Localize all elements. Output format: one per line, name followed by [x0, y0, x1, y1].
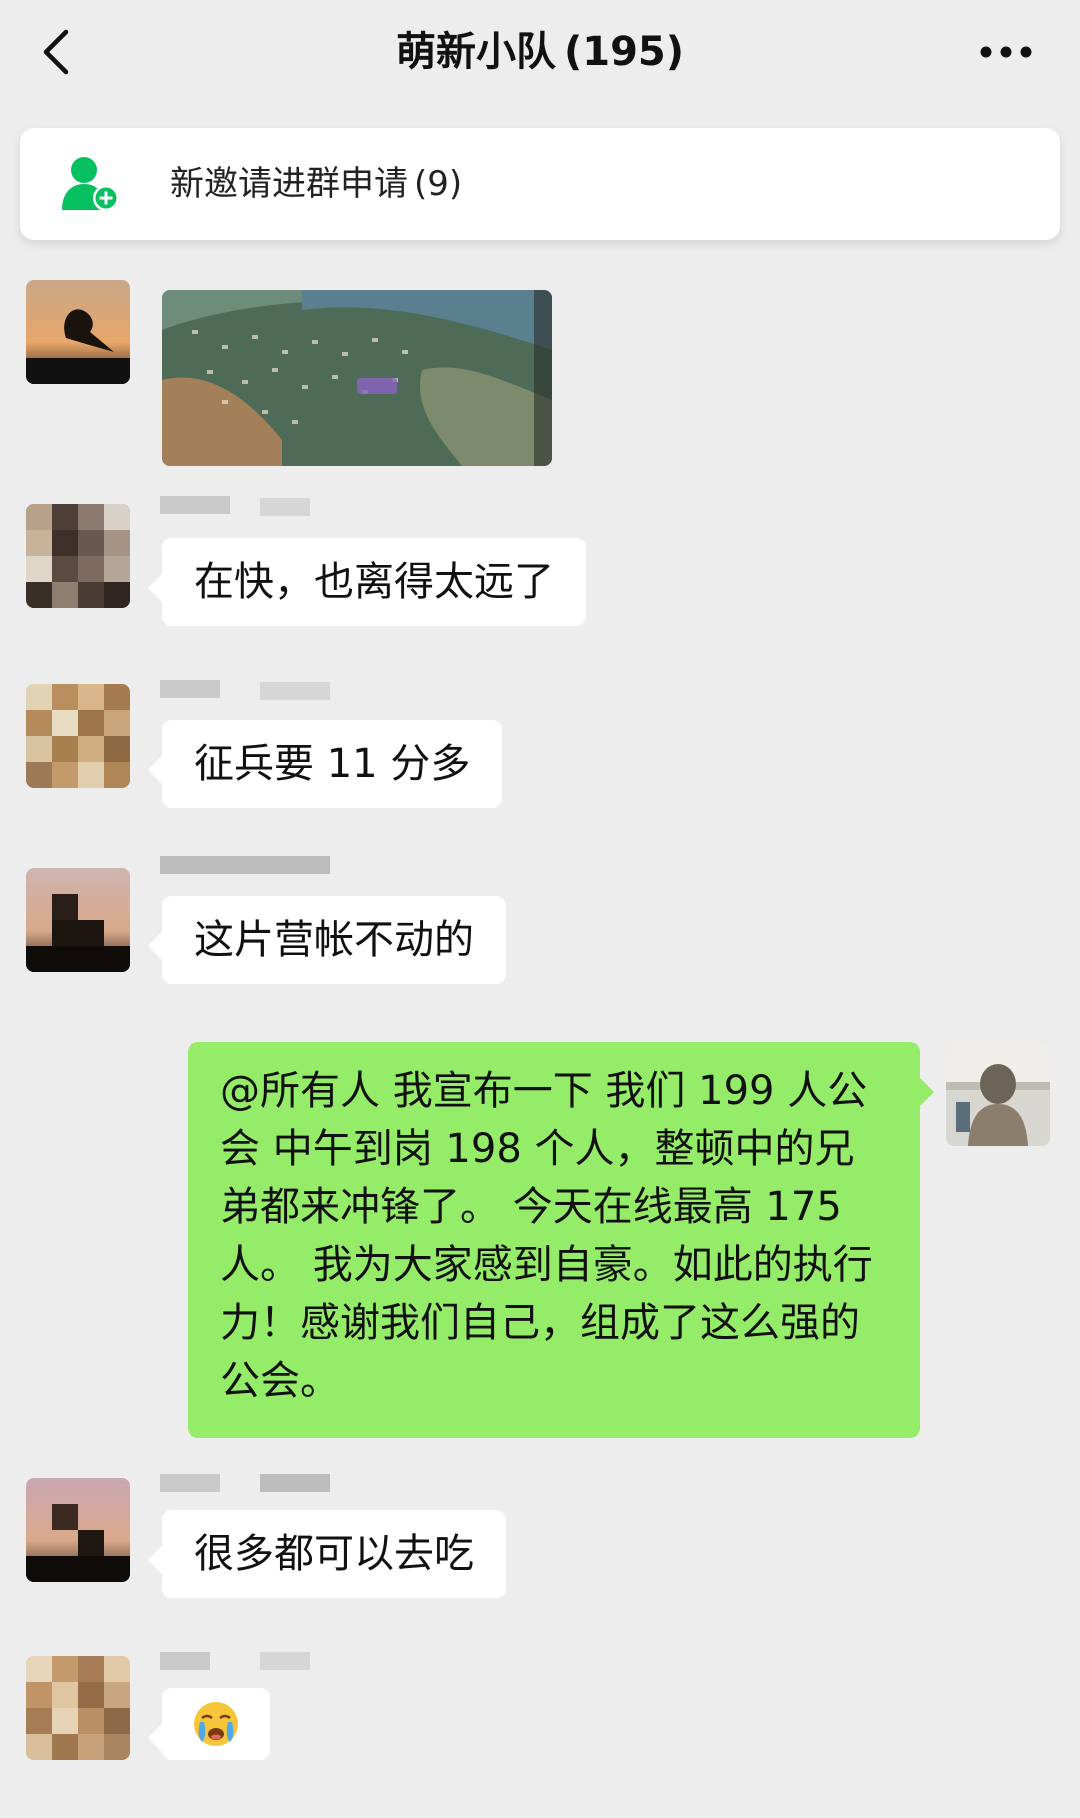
avatar[interactable] — [26, 280, 130, 384]
message-bubble-self[interactable]: @所有人 我宣布一下 我们 199 人公会 中午到岗 198 个人，整顿中的兄弟… — [188, 1042, 934, 1438]
avatar-image — [26, 280, 130, 384]
map-image-message[interactable] — [162, 290, 552, 466]
message-bubble[interactable]: 这片营帐不动的 — [148, 896, 506, 984]
avatar[interactable] — [26, 684, 130, 788]
avatar-image — [26, 1656, 130, 1760]
avatar[interactable] — [26, 1656, 130, 1760]
chat-header: 萌新小队 (195) — [0, 0, 1080, 104]
avatar-image — [26, 684, 130, 788]
map-image — [162, 290, 552, 466]
message-text: 这片营帐不动的 — [194, 917, 474, 963]
more-button[interactable] — [976, 26, 1036, 78]
group-name: 萌新小队 — [395, 29, 556, 75]
avatar[interactable] — [26, 504, 130, 608]
more-dots-icon — [980, 46, 1032, 58]
message-bubble[interactable]: 很多都可以去吃 — [148, 1510, 506, 1598]
notice-label: 新邀请进群申请 (9) — [170, 128, 462, 240]
avatar-image — [26, 868, 130, 972]
message-text: 在快，也离得太远了 — [194, 559, 554, 605]
message-text: @所有人 我宣布一下 我们 199 人公会 中午到岗 198 个人，整顿中的兄弟… — [220, 1068, 873, 1404]
page-title: 萌新小队 (195) — [0, 22, 1080, 82]
message-bubble[interactable]: 在快，也离得太远了 — [148, 538, 586, 626]
message-text: 征兵要 11 分多 — [194, 741, 471, 787]
emoji-bubble[interactable] — [148, 1688, 270, 1760]
crying-face-icon — [194, 1702, 238, 1746]
add-member-icon — [62, 157, 119, 211]
message-bubble[interactable]: 征兵要 11 分多 — [147, 720, 503, 808]
notice-text: 新邀请进群申请 — [170, 164, 408, 204]
member-count: (195) — [563, 29, 685, 75]
message-text: 很多都可以去吃 — [194, 1531, 474, 1577]
avatar-image — [26, 1478, 130, 1582]
avatar-image — [26, 504, 130, 608]
notice-count: (9) — [414, 164, 463, 204]
avatar[interactable] — [26, 1478, 130, 1582]
avatar[interactable] — [26, 868, 130, 972]
avatar-image — [946, 1042, 1050, 1146]
group-invite-notice[interactable]: 新邀请进群申请 (9) — [20, 128, 1060, 240]
avatar-self[interactable] — [946, 1042, 1050, 1146]
